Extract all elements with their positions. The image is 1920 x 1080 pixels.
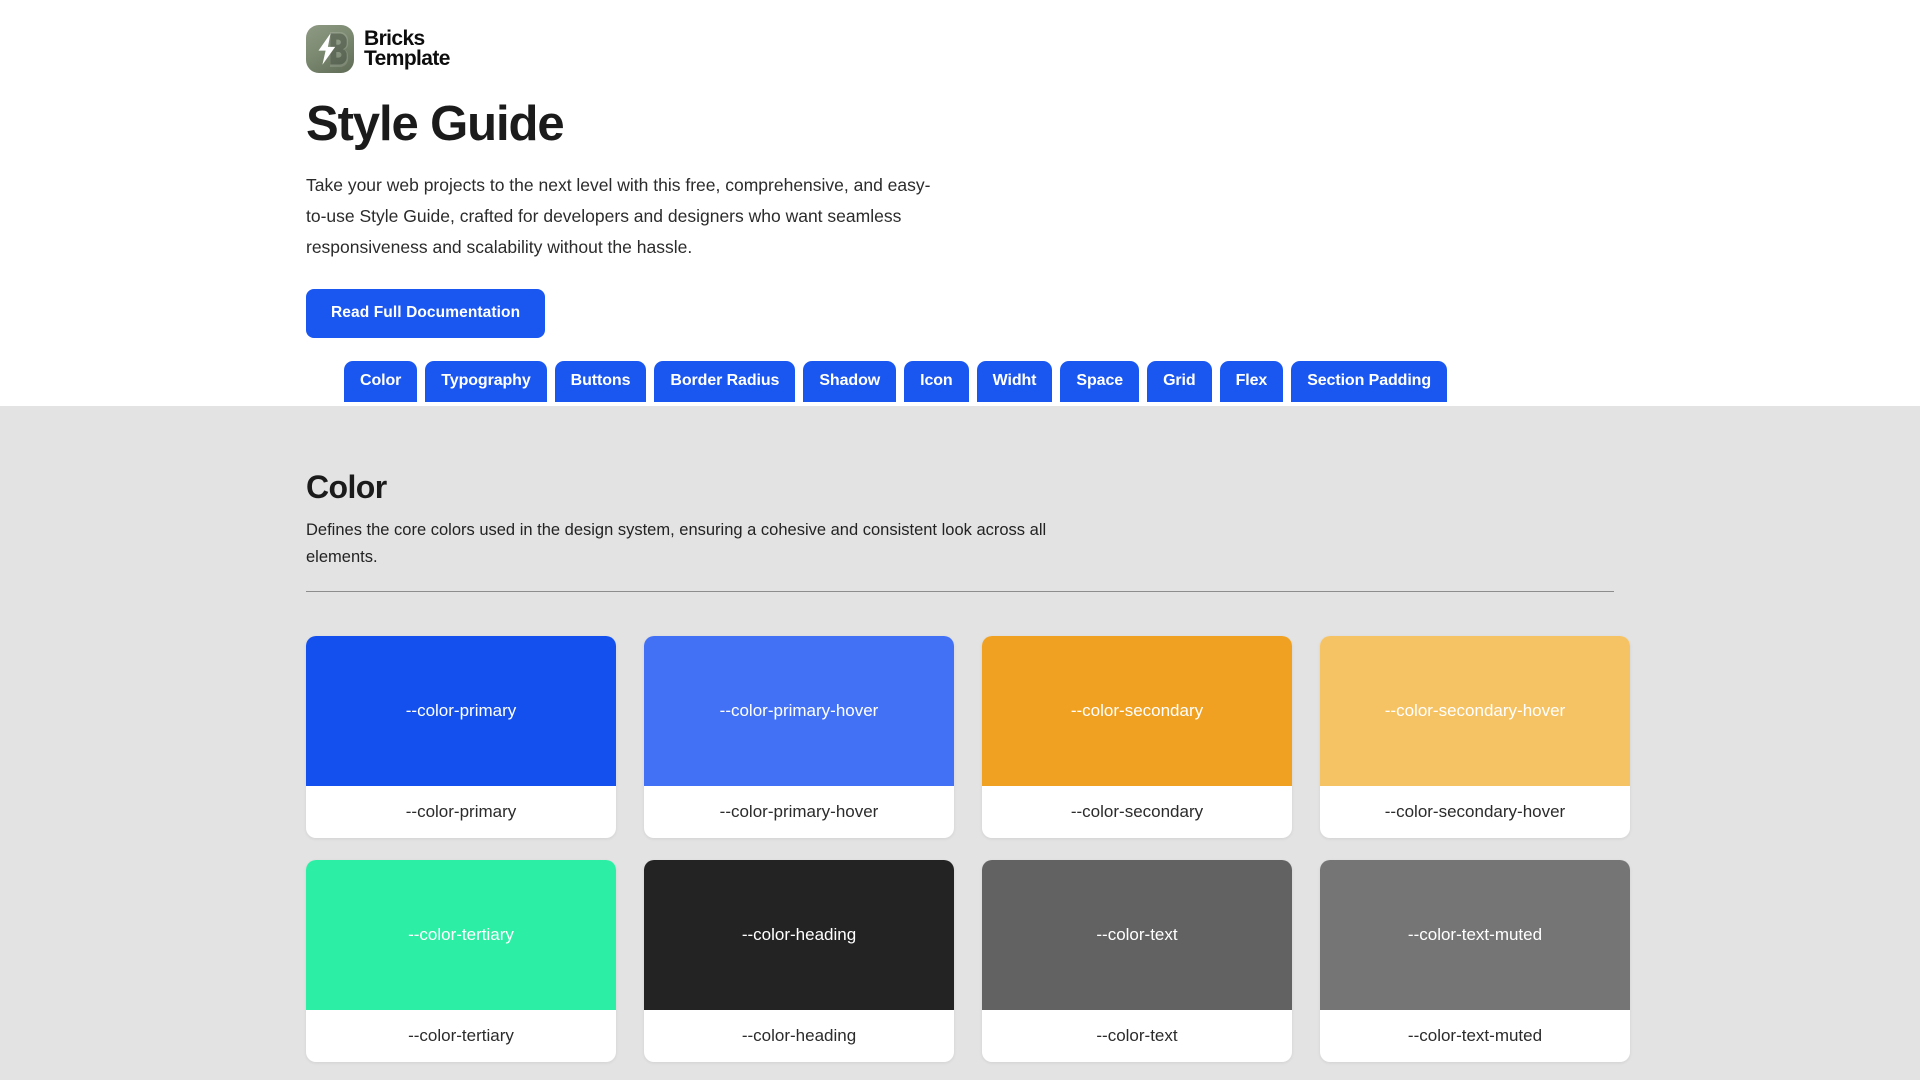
hero-description: Take your web projects to the next level… bbox=[306, 174, 931, 258]
color-swatch-card[interactable]: --color-text --color-text bbox=[982, 859, 1292, 1062]
color-swatch-card[interactable]: --color-tertiary --color-tertiary bbox=[306, 859, 616, 1062]
color-swatch-grid: --color-primary --color-primary --color-pr… bbox=[306, 635, 1630, 1062]
tab-grid[interactable]: Grid bbox=[1147, 361, 1212, 402]
color-swatch-card[interactable]: --color-heading --color-heading bbox=[644, 859, 954, 1062]
color-swatch-caption: --color-text-muted bbox=[1407, 1026, 1543, 1046]
color-swatch-caption: --color-primary bbox=[405, 802, 517, 822]
tab-shadow[interactable]: Shadow bbox=[803, 361, 897, 402]
color-swatch-card[interactable]: --color-secondary-hover --color-secondary… bbox=[1320, 635, 1630, 838]
color-swatch-chip: --color-primary-hover bbox=[644, 635, 954, 786]
brand-logo-text: Bricks Template bbox=[364, 26, 450, 70]
bricks-lightning-logo-icon bbox=[306, 25, 354, 73]
tab-space[interactable]: Space bbox=[1060, 361, 1140, 402]
color-swatch-chip: --color-tertiary bbox=[306, 859, 616, 1010]
color-swatch-caption: --color-secondary bbox=[1070, 802, 1204, 822]
color-swatch-chip: --color-secondary-hover bbox=[1320, 635, 1630, 786]
color-swatch-caption: --color-tertiary bbox=[408, 1026, 514, 1046]
color-swatch-caption: --color-primary-hover bbox=[719, 802, 879, 822]
tab-widht[interactable]: Widht bbox=[976, 361, 1053, 402]
color-section: Color Defines the core colors used in th… bbox=[0, 406, 1920, 1080]
section-divider bbox=[306, 590, 1614, 592]
tab-section-padding[interactable]: Section Padding bbox=[1291, 361, 1448, 402]
tab-flex[interactable]: Flex bbox=[1219, 361, 1284, 402]
color-swatch-card[interactable]: --color-primary --color-primary bbox=[306, 635, 616, 838]
read-full-documentation-button[interactable]: Read Full Documentation bbox=[306, 289, 546, 338]
tab-typography[interactable]: Typography bbox=[425, 361, 547, 402]
color-swatch-chip: --color-text bbox=[982, 859, 1292, 1010]
style-guide-page: Bricks Template Style Guide Take your we… bbox=[0, 0, 1920, 1080]
color-swatch-caption: --color-heading bbox=[741, 1026, 857, 1046]
tab-buttons[interactable]: Buttons bbox=[554, 361, 647, 402]
hero-section: Bricks Template Style Guide Take your we… bbox=[0, 0, 1920, 406]
section-title: Color bbox=[306, 469, 387, 505]
color-swatch-chip: --color-primary bbox=[306, 635, 616, 786]
tab-icon[interactable]: Icon bbox=[904, 361, 969, 402]
color-swatch-card[interactable]: --color-primary-hover --color-primary-hov… bbox=[644, 635, 954, 838]
section-description: Defines the core colors used in the desi… bbox=[306, 521, 1047, 566]
page-title: Style Guide bbox=[306, 97, 565, 151]
color-swatch-caption: --color-secondary-hover bbox=[1384, 802, 1566, 822]
color-swatch-chip: --color-text-muted bbox=[1320, 859, 1630, 1010]
tabs-row: Color Typography Buttons Border Radius Shado… bbox=[306, 361, 1614, 402]
color-swatch-card[interactable]: --color-text-muted --color-text-muted bbox=[1320, 859, 1630, 1062]
tab-border-radius[interactable]: Border Radius bbox=[654, 361, 796, 402]
color-swatch-card[interactable]: --color-secondary --color-secondary bbox=[982, 635, 1292, 838]
tab-color[interactable]: Color bbox=[344, 361, 418, 402]
brand-logo[interactable]: Bricks Template bbox=[306, 22, 1614, 76]
color-swatch-caption: --color-text bbox=[1096, 1026, 1178, 1046]
style-guide-tabs: Color Typography Buttons Border Radius Shado… bbox=[0, 361, 1920, 402]
color-swatch-chip: --color-heading bbox=[644, 859, 954, 1010]
color-swatch-chip: --color-secondary bbox=[982, 635, 1292, 786]
